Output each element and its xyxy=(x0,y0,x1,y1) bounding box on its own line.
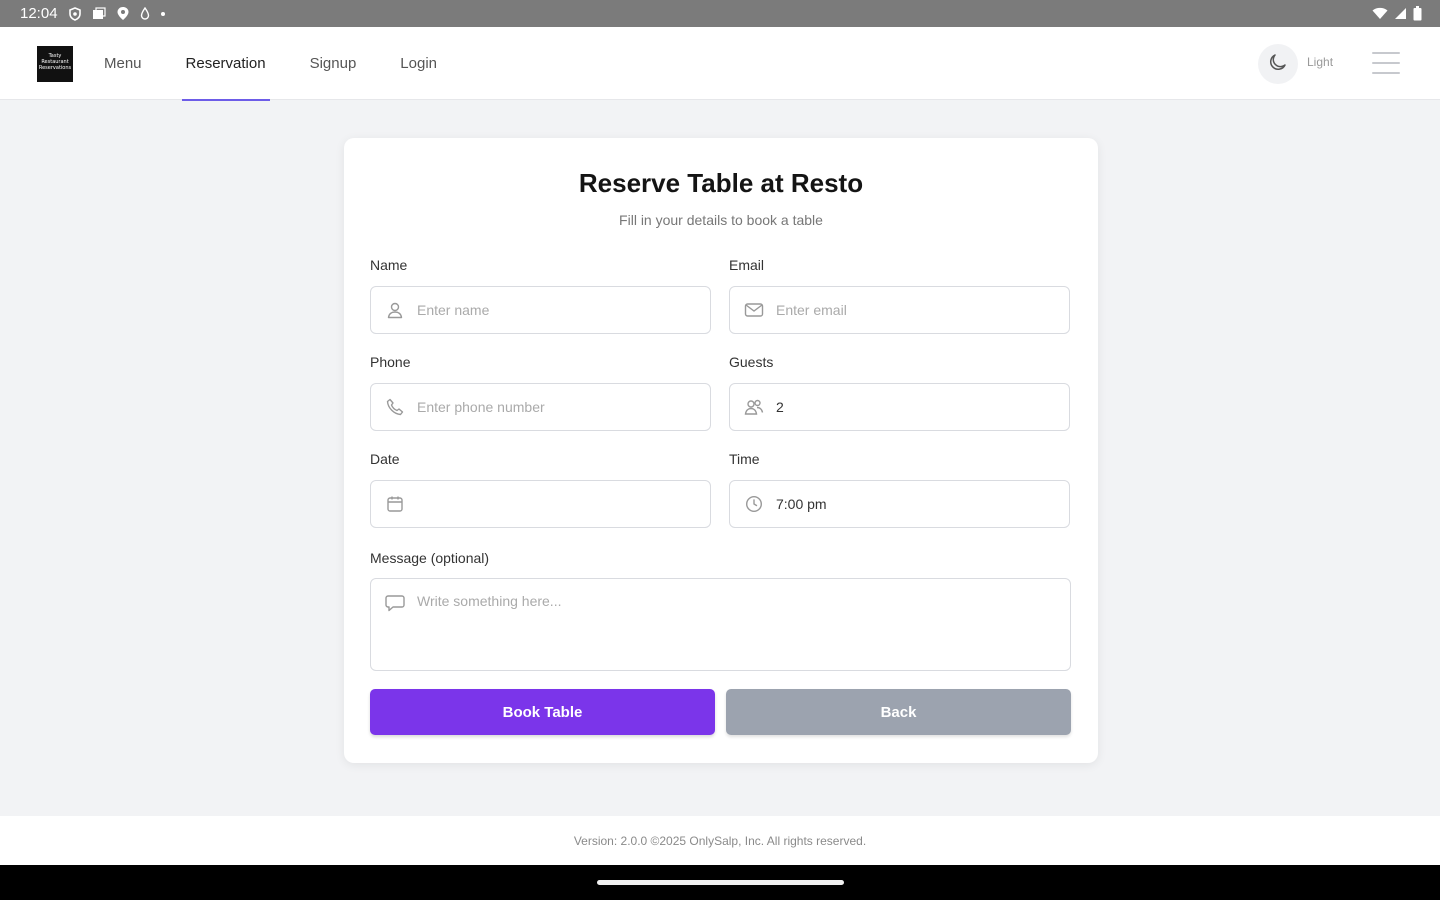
page-title: Reserve Table at Resto xyxy=(578,168,864,198)
book-table-button[interactable]: Book Table xyxy=(370,689,715,735)
hamburger-icon[interactable] xyxy=(1372,52,1400,74)
phone-icon xyxy=(385,397,405,417)
wifi-icon xyxy=(1372,7,1388,20)
status-time: 12:04 xyxy=(20,5,58,22)
calendar-icon xyxy=(385,494,405,514)
status-bar: 12:04 xyxy=(0,0,1440,27)
users-icon xyxy=(744,397,764,417)
status-bar-left: 12:04 xyxy=(20,5,166,22)
email-field[interactable] xyxy=(729,286,1070,334)
date-label: Date xyxy=(370,451,400,467)
user-icon xyxy=(385,300,405,320)
phone-field[interactable] xyxy=(370,383,711,431)
app-header: Tasty Restaurant Reservations Menu Reser… xyxy=(0,27,1440,101)
date-field[interactable] xyxy=(370,480,711,528)
system-nav-bar xyxy=(0,865,1440,900)
logo-text: Tasty Restaurant Reservations xyxy=(38,53,72,71)
chat-bubble-icon xyxy=(385,593,405,613)
main-nav: Menu Reservation Signup Login xyxy=(104,27,481,101)
back-button[interactable]: Back xyxy=(726,689,1071,735)
reservation-card: Reserve Table at Resto Fill in your deta… xyxy=(344,138,1098,763)
time-value[interactable]: 7:00 pm xyxy=(776,496,827,512)
time-label: Time xyxy=(729,451,760,467)
theme-label: Light xyxy=(1307,55,1334,69)
maps-pin-icon xyxy=(116,6,130,21)
nav-item-login[interactable]: Login xyxy=(400,27,437,100)
guests-field[interactable]: 2 xyxy=(729,383,1070,431)
nav-item-menu[interactable]: Menu xyxy=(104,27,142,100)
phone-label: Phone xyxy=(370,354,411,370)
name-field[interactable] xyxy=(370,286,711,334)
restaurant-logo[interactable]: Tasty Restaurant Reservations xyxy=(37,46,73,82)
page-subtitle: Fill in your details to book a table xyxy=(619,212,823,228)
dot-icon xyxy=(160,11,166,17)
image-gallery-icon xyxy=(92,7,106,20)
footer: Version: 2.0.0 ©2025 OnlySalp, Inc. All … xyxy=(0,816,1440,865)
drop-icon xyxy=(140,7,150,20)
nav-item-signup[interactable]: Signup xyxy=(310,27,357,100)
email-input[interactable] xyxy=(776,302,1056,318)
guests-label: Guests xyxy=(729,354,774,370)
moon-icon xyxy=(1268,52,1288,77)
location-shield-icon xyxy=(68,6,82,21)
home-gesture-handle[interactable] xyxy=(597,880,844,885)
status-bar-right xyxy=(1372,6,1422,21)
nav-item-reservation[interactable]: Reservation xyxy=(181,27,270,101)
footer-text: Version: 2.0.0 ©2025 OnlySalp, Inc. All … xyxy=(573,833,867,848)
clock-icon xyxy=(744,494,764,514)
message-field[interactable] xyxy=(370,578,1071,671)
mail-icon xyxy=(744,300,764,320)
name-input[interactable] xyxy=(417,302,697,318)
theme-toggle-button[interactable] xyxy=(1258,44,1298,84)
name-label: Name xyxy=(370,257,408,273)
phone-input[interactable] xyxy=(417,399,697,415)
email-label: Email xyxy=(729,257,765,273)
battery-icon xyxy=(1413,6,1422,21)
cell-signal-icon xyxy=(1394,7,1407,20)
message-label: Message (optional) xyxy=(370,550,490,566)
time-field[interactable]: 7:00 pm xyxy=(729,480,1070,528)
guests-value[interactable]: 2 xyxy=(776,399,784,415)
message-textarea[interactable] xyxy=(417,593,1056,653)
